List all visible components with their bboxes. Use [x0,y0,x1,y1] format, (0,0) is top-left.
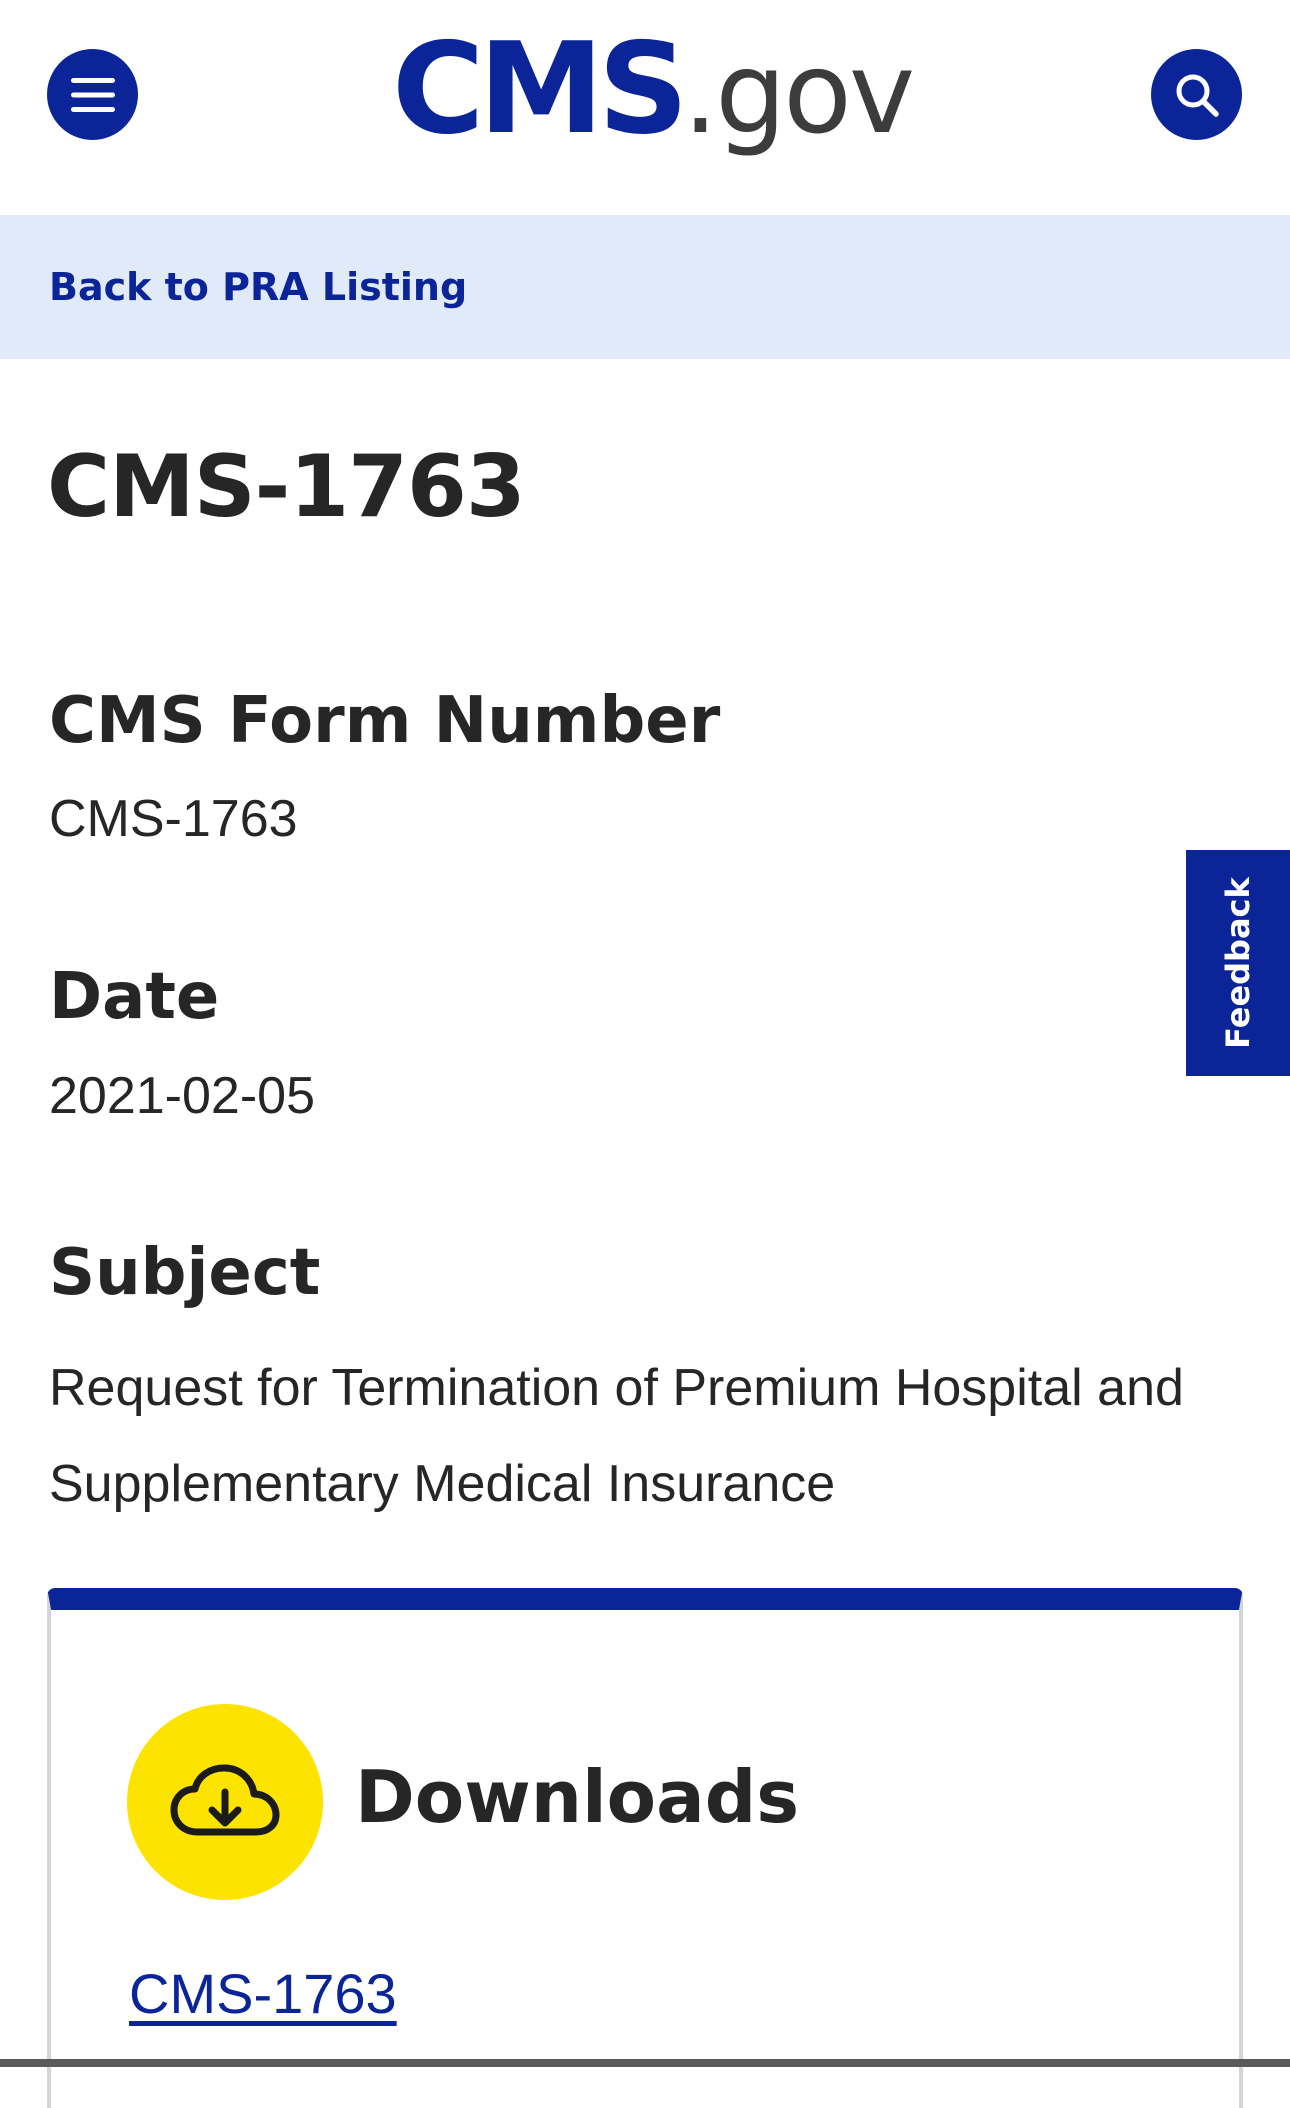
cloud-download-icon [170,1764,280,1836]
back-to-pra-listing-link[interactable]: Back to PRA Listing [49,265,467,311]
feedback-tab[interactable]: Feedback [1186,850,1290,1076]
date-value: 2021-02-05 [49,1067,315,1125]
download-file-link[interactable]: CMS-1763 [129,1960,397,2027]
back-navigation-bar: Back to PRA Listing [0,215,1290,359]
downloads-card: Downloads CMS-1763 [47,1588,1243,2108]
logo-gov-text: .gov [682,29,915,159]
page-title: CMS-1763 [47,437,526,537]
hamburger-menu-icon [70,77,115,112]
date-label: Date [49,960,220,1034]
menu-button[interactable] [47,49,138,140]
subject-label: Subject [49,1236,321,1310]
form-number-value: CMS-1763 [49,790,298,848]
logo-cms-text: CMS [392,15,689,162]
bottom-edge-divider [0,2059,1290,2067]
search-icon [1176,74,1219,117]
downloads-title: Downloads [355,1755,800,1839]
form-number-label: CMS Form Number [49,684,721,758]
cms-gov-logo[interactable]: CMS .gov [392,15,915,166]
subject-value: Request for Termination of Premium Hospi… [49,1359,1184,1513]
feedback-label: Feedback [1219,877,1257,1049]
download-icon-badge [127,1704,323,1900]
search-button[interactable] [1151,49,1242,140]
site-header: CMS .gov [0,0,1290,215]
